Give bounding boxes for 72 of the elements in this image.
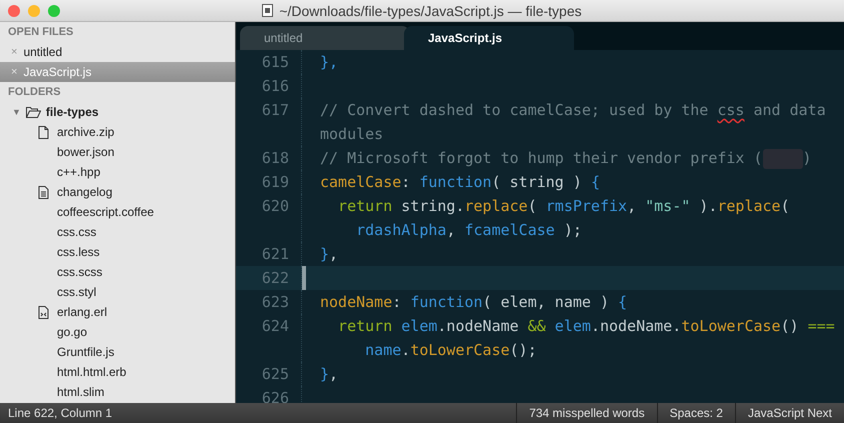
document-icon — [262, 4, 274, 17]
line-number: 620 — [236, 194, 302, 242]
code-line: return string.replace( rmsPrefix, "ms-" ).replace( — [337, 197, 790, 215]
file-item[interactable]: css.css — [0, 222, 235, 242]
file-name: coffeescript.coffee — [57, 205, 154, 219]
folder-icon — [26, 106, 41, 118]
line-number: 624 — [236, 314, 302, 362]
file-name: html.slim — [57, 385, 104, 399]
file-icon — [38, 126, 49, 138]
file-name: css.styl — [57, 285, 96, 299]
editor-tab[interactable]: JavaScript.js — [404, 26, 574, 50]
code-line: nodeName: function( elem, name ) { — [320, 293, 628, 311]
close-button[interactable] — [8, 4, 20, 16]
code-line: }, — [320, 365, 338, 383]
file-name: html.html.erb — [57, 365, 126, 379]
file-name: erlang.erl — [57, 305, 108, 319]
file-item[interactable]: html.html.erb — [0, 362, 235, 382]
section-header: FOLDERS — [7, 85, 62, 100]
cursor-position: Line 622, Column 1 — [7, 406, 114, 420]
disclosure-icon[interactable]: ▼ — [12, 107, 21, 117]
code-line: rdashAlpha, fcamelCase ); — [355, 221, 582, 239]
file-item[interactable]: html.slim — [0, 382, 235, 402]
file-name: css.scss — [57, 265, 102, 279]
line-number: 615 — [236, 50, 302, 74]
file-item[interactable]: bower.json — [0, 142, 235, 162]
folder-name: file-types — [46, 105, 99, 119]
line-number: 618 — [236, 146, 302, 170]
file-name: archive.zip — [57, 125, 114, 139]
file-item[interactable]: css.scss — [0, 262, 235, 282]
window-title: ~/Downloads/file-types/JavaScript.js — file-types — [279, 2, 582, 18]
file-name: bower.json — [57, 145, 114, 159]
code-line: camelCase: function( string ) { — [320, 173, 600, 191]
file-item[interactable]: archive.zip — [0, 122, 235, 142]
code-line: name.toLowerCase(); — [364, 341, 537, 359]
file-name: c++.hpp — [57, 165, 100, 179]
line-number: 622 — [236, 266, 302, 290]
line-number: 623 — [236, 290, 302, 314]
file-name: changelog — [57, 185, 112, 199]
syntax-setting[interactable]: JavaScript Next — [734, 403, 844, 423]
minimize-button[interactable] — [28, 4, 40, 16]
file-name: go.go — [57, 325, 88, 339]
code-file-icon — [38, 306, 49, 318]
code-line: }, — [320, 53, 338, 71]
line-number: 619 — [236, 170, 302, 194]
file-name: JavaScript.js — [23, 65, 92, 79]
file-item[interactable]: css.styl — [0, 282, 235, 302]
spelling-status[interactable]: 734 misspelled words — [516, 403, 657, 423]
file-name: css.css — [57, 225, 96, 239]
file-item[interactable]: erlang.erl — [0, 302, 235, 322]
line-number: 616 — [236, 74, 302, 98]
section-header: OPEN FILES — [7, 25, 74, 40]
code-line: // Microsoft forgot to hump their vendor prefix ( ) — [320, 149, 812, 167]
file-item[interactable]: coffeescript.coffee — [0, 202, 235, 222]
file-item[interactable]: css.less — [0, 242, 235, 262]
file-item[interactable]: Gruntfile.js — [0, 342, 235, 362]
code-line: // Convert dashed to camelCase; used by the css and data — [320, 101, 826, 119]
line-number: 625 — [236, 362, 302, 386]
code-line: }, — [320, 245, 338, 263]
zoom-button[interactable] — [48, 4, 60, 16]
code-line: return elem.nodeName && elem.nodeName.toLowerCase() === — [337, 317, 835, 335]
open-file-item[interactable]: × untitled — [0, 42, 235, 62]
indentation-setting[interactable]: Spaces: 2 — [656, 403, 735, 423]
code-line: modules — [320, 125, 384, 143]
file-name: untitled — [23, 45, 62, 59]
file-name: css.less — [57, 245, 100, 259]
file-item[interactable]: changelog — [0, 182, 235, 202]
file-item[interactable]: go.go — [0, 322, 235, 342]
file-item[interactable]: c++.hpp — [0, 162, 235, 182]
line-number: 617 — [236, 98, 302, 146]
file-name: Gruntfile.js — [57, 345, 114, 359]
text-file-icon — [38, 186, 49, 198]
folder-item[interactable]: ▼ file-types — [0, 102, 235, 122]
